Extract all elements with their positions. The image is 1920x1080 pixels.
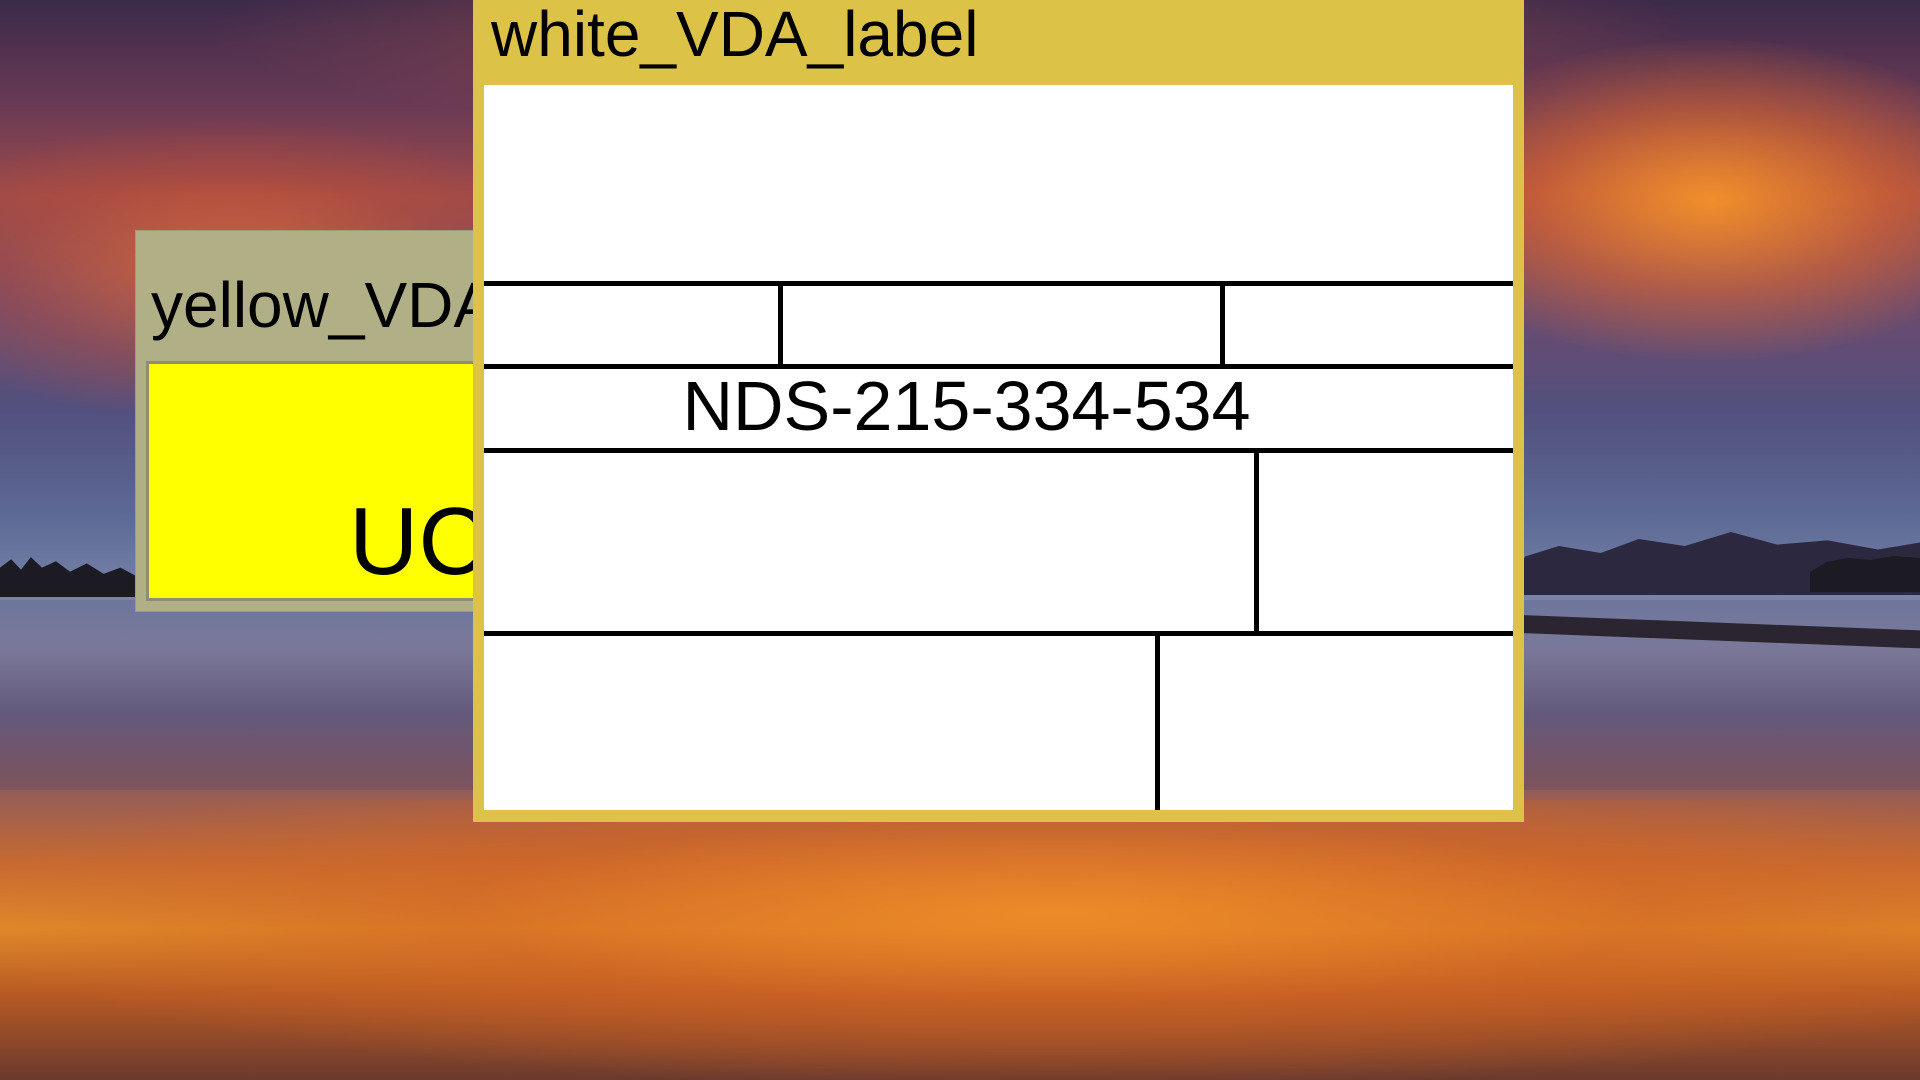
grid-line-4: [484, 631, 1513, 636]
label-top-cell: [484, 85, 1513, 281]
water-reflection: [0, 800, 1920, 1080]
grid-line-1: [484, 281, 1513, 286]
white-window-title: white_VDA_label: [491, 0, 979, 70]
grid-divider-row1-a: [778, 281, 783, 364]
grid-divider-row1-b: [1220, 281, 1225, 364]
grid-divider-row3: [1254, 448, 1259, 633]
yellow-label-text: UC: [349, 488, 488, 595]
treeline-left: [0, 557, 140, 597]
white-vda-label-window[interactable]: white_VDA_label NDS-215-334-534: [473, 0, 1524, 822]
grid-divider-row4: [1155, 631, 1160, 810]
ndc-number: NDS-215-334-534: [682, 367, 1251, 445]
white-label-body: NDS-215-334-534: [484, 85, 1513, 810]
grid-line-3: [484, 448, 1513, 453]
